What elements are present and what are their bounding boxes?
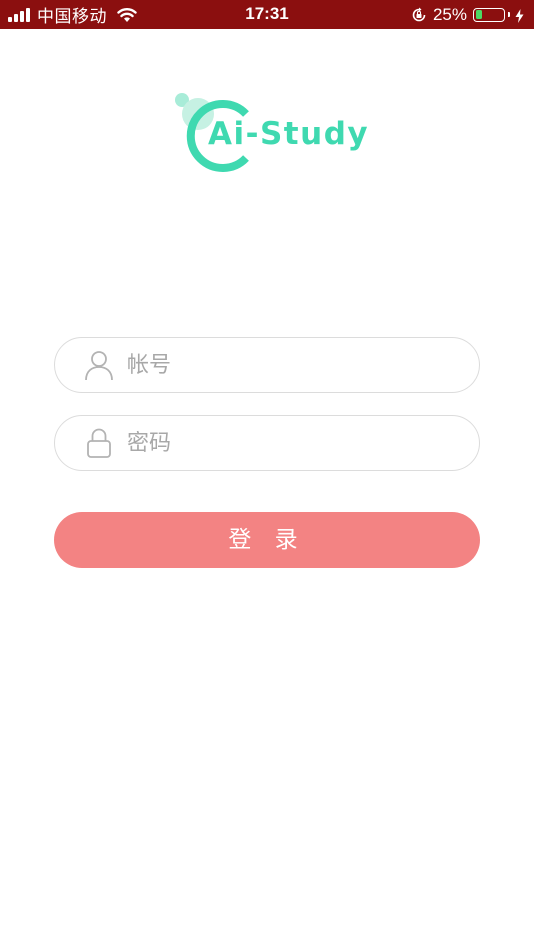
app-logo: Ai-Study xyxy=(172,90,372,175)
user-icon xyxy=(83,349,115,381)
logo-text: Ai-Study xyxy=(208,116,370,152)
charging-icon xyxy=(515,8,524,23)
orientation-lock-icon xyxy=(411,7,427,23)
battery-percent: 25% xyxy=(432,4,467,24)
username-input[interactable] xyxy=(127,346,457,384)
battery-cap xyxy=(508,12,510,17)
battery-icon xyxy=(473,7,505,22)
battery-fill xyxy=(475,10,482,19)
username-field[interactable] xyxy=(54,337,480,393)
status-bar: 中国移动 17:31 25% xyxy=(0,0,534,29)
login-screen: 中国移动 17:31 25% Ai-Study 帐号 登 录 xyxy=(0,0,534,950)
lock-icon xyxy=(83,427,115,459)
status-right: 25% xyxy=(411,4,524,25)
login-button[interactable]: 登 录 xyxy=(54,512,480,568)
password-field[interactable] xyxy=(54,415,480,471)
password-input[interactable] xyxy=(127,424,457,462)
